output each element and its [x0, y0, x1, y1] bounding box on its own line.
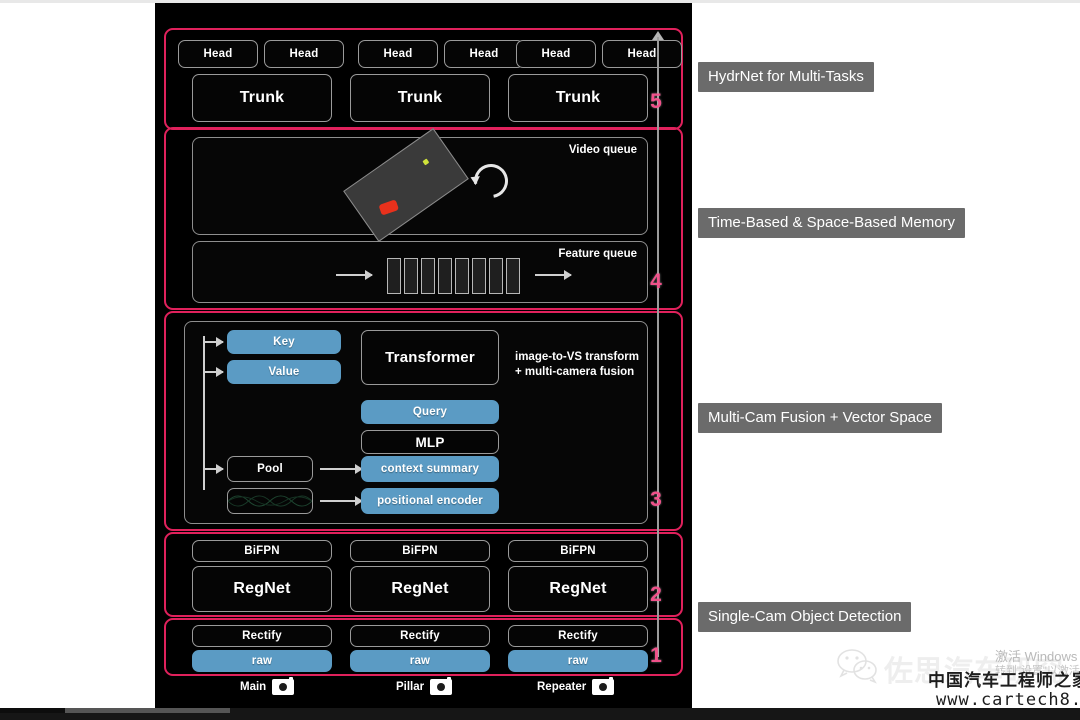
camera-row: Main Pillar Repeater — [164, 677, 683, 703]
player-bar[interactable] — [0, 708, 1080, 720]
feature-bar — [506, 258, 520, 294]
video-queue-panel[interactable]: Video queue — [192, 128, 648, 242]
feature-queue-panel[interactable]: Feature queue — [192, 241, 648, 303]
fusion-panel[interactable]: Key Value Pool Transformer Query MLP con… — [184, 321, 648, 524]
section-1-raw-input[interactable]: Rectify Rectify Rectify raw raw raw — [164, 618, 683, 676]
feature-bar — [421, 258, 435, 294]
stage-number-5: 5 — [650, 90, 662, 113]
input-bus-line — [203, 336, 205, 490]
caption-fusion: Multi-Cam Fusion + Vector Space — [698, 403, 942, 433]
watermark-url: www.cartech8.com — [936, 690, 1080, 710]
rotate-arrow-icon — [467, 157, 515, 205]
feature-bar-group — [387, 258, 524, 294]
slide-canvas: Head Head Head Head Head Head Trunk Trun… — [155, 3, 692, 709]
head-box-1[interactable]: Head — [178, 40, 258, 68]
feature-bar — [387, 258, 401, 294]
caption-hydranet: HydrNet for Multi-Tasks — [698, 62, 874, 92]
camera-icon — [592, 677, 615, 695]
camera-icon — [272, 677, 295, 695]
stage-number-1: 1 — [650, 644, 662, 667]
caption-memory: Time-Based & Space-Based Memory — [698, 208, 966, 238]
head-box-3[interactable]: Head — [358, 40, 438, 68]
camera-pillar[interactable]: Pillar — [396, 677, 453, 695]
mlp-box[interactable]: MLP — [361, 430, 499, 454]
wave-to-encoder-arrow-icon — [320, 496, 363, 506]
stage-arrow-line — [657, 37, 659, 657]
rectify-box-1[interactable]: Rectify — [192, 625, 332, 647]
feature-bar — [455, 258, 469, 294]
transformer-box[interactable]: Transformer — [361, 330, 499, 385]
stage-number-3: 3 — [650, 488, 662, 511]
video-frame-thumbnail — [343, 128, 469, 242]
section-3-fusion[interactable]: Key Value Pool Transformer Query MLP con… — [164, 311, 683, 531]
camera-main-label: Main — [240, 681, 267, 693]
trunk-box-2[interactable]: Trunk — [350, 74, 490, 122]
stage-number-4: 4 — [650, 270, 662, 293]
camera-repeater-label: Repeater — [537, 681, 587, 693]
feature-bar — [472, 258, 486, 294]
section-4-memory[interactable]: Video queue Feature queue — [164, 127, 683, 310]
raw-box-2[interactable]: raw — [350, 650, 490, 672]
feature-out-arrow-icon — [535, 270, 572, 280]
raw-box-1[interactable]: raw — [192, 650, 332, 672]
rectify-box-3[interactable]: Rectify — [508, 625, 648, 647]
stage-number-2: 2 — [650, 583, 662, 606]
regnet-box-2[interactable]: RegNet — [350, 566, 490, 612]
bus-arrow-pool — [203, 464, 224, 474]
detection-dot-icon — [422, 158, 430, 166]
positional-encoder-box[interactable]: positional encoder — [361, 488, 499, 514]
video-queue-label: Video queue — [568, 144, 637, 156]
feature-bar — [489, 258, 503, 294]
wechat-icon — [837, 649, 877, 684]
section-5-hydranet[interactable]: Head Head Head Head Head Head Trunk Trun… — [164, 28, 683, 130]
player-progress[interactable] — [0, 708, 65, 713]
watermark-chinese: 中国汽车工程师之家 — [928, 671, 1080, 691]
camera-repeater[interactable]: Repeater — [537, 677, 615, 695]
head-box-4[interactable]: Head — [444, 40, 524, 68]
feature-bar — [438, 258, 452, 294]
pool-to-context-arrow-icon — [320, 464, 363, 474]
caption-detection: Single-Cam Object Detection — [698, 602, 912, 632]
pool-box[interactable]: Pool — [227, 456, 313, 482]
car-marker-icon — [378, 199, 400, 216]
feature-queue-label: Feature queue — [558, 248, 637, 260]
section-2-backbone[interactable]: BiFPN BiFPN BiFPN RegNet RegNet RegNet — [164, 532, 683, 617]
bifpn-box-2[interactable]: BiFPN — [350, 540, 490, 562]
context-summary-box[interactable]: context summary — [361, 456, 499, 482]
bus-arrow-key — [203, 337, 224, 347]
player-buffer[interactable] — [65, 708, 230, 713]
rectify-box-2[interactable]: Rectify — [350, 625, 490, 647]
camera-icon — [430, 677, 453, 695]
trunk-box-3[interactable]: Trunk — [508, 74, 648, 122]
fusion-note-line-1: image-to-VS transform — [515, 351, 639, 363]
query-box[interactable]: Query — [361, 400, 499, 424]
head-box-6[interactable]: Head — [602, 40, 682, 68]
head-box-5[interactable]: Head — [516, 40, 596, 68]
head-box-2[interactable]: Head — [264, 40, 344, 68]
trunk-box-1[interactable]: Trunk — [192, 74, 332, 122]
bifpn-box-3[interactable]: BiFPN — [508, 540, 648, 562]
camera-main[interactable]: Main — [240, 677, 295, 695]
raw-box-3[interactable]: raw — [508, 650, 648, 672]
bus-arrow-value — [203, 367, 224, 377]
value-box[interactable]: Value — [227, 360, 341, 384]
camera-pillar-label: Pillar — [396, 681, 425, 693]
fusion-note: image-to-VS transform + multi-camera fus… — [515, 350, 639, 380]
bifpn-box-1[interactable]: BiFPN — [192, 540, 332, 562]
sine-wave-icon — [227, 488, 313, 514]
fusion-note-line-2: + multi-camera fusion — [515, 366, 635, 378]
regnet-box-1[interactable]: RegNet — [192, 566, 332, 612]
key-box[interactable]: Key — [227, 330, 341, 354]
feature-bar — [404, 258, 418, 294]
feature-in-arrow-icon — [336, 270, 373, 280]
regnet-box-3[interactable]: RegNet — [508, 566, 648, 612]
